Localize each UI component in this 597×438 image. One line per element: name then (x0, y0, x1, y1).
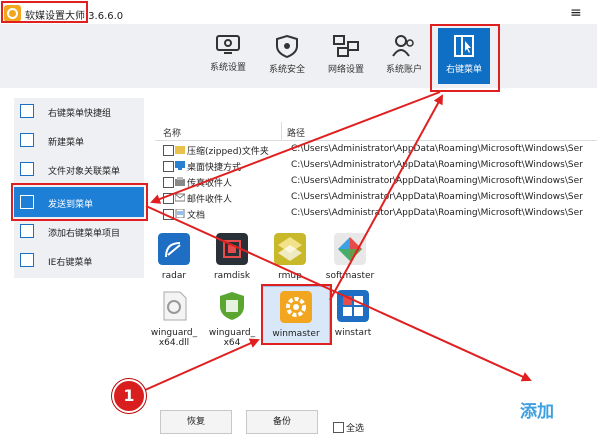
row-checkbox[interactable] (163, 161, 174, 172)
list-item[interactable]: 桌面快捷方式 C:\Users\Administrator\AppData\Ro… (155, 158, 597, 174)
list-item[interactable]: 压缩(zipped)文件夹 C:\Users\Administrator\App… (155, 142, 597, 158)
add-icon (20, 224, 34, 238)
system-settings-icon (216, 35, 240, 54)
column-header-path[interactable]: 路径 (287, 126, 305, 139)
annotation-box-send-to (11, 183, 148, 221)
tab-system-accounts[interactable]: 系统账户 (378, 28, 430, 84)
select-all-checkbox[interactable] (333, 422, 344, 433)
tab-system-settings-label: 系统设置 (209, 63, 246, 73)
softmaster-icon (334, 233, 366, 265)
desktop-icon (175, 161, 185, 170)
users-icon (392, 35, 414, 57)
tab-network-settings[interactable]: 网络设置 (320, 28, 372, 84)
select-all-label: 全选 (346, 424, 365, 434)
list-item[interactable]: 传真收件人 C:\Users\Administrator\AppData\Roa… (155, 174, 597, 190)
tile-label: winguard_ x64.dll (150, 328, 198, 348)
annotation-box-right-menu-tab (430, 24, 500, 92)
tile-ramdisk[interactable]: ramdisk (201, 233, 263, 281)
row-checkbox[interactable] (163, 209, 174, 220)
list-item[interactable]: 邮件收件人 C:\Users\Administrator\AppData\Roa… (155, 190, 597, 206)
winguard-icon (220, 292, 244, 320)
menu-icon[interactable]: ≡ (570, 5, 582, 21)
sidebar-item-label: 添加右键菜单项目 (48, 229, 121, 239)
sidebar-item-label: 文件对象关联菜单 (48, 167, 121, 177)
row-path: C:\Users\Administrator\AppData\Roaming\M… (291, 176, 583, 186)
row-name: 邮件收件人 (187, 195, 233, 205)
tile-label: rmup (278, 271, 302, 281)
new-menu-icon (20, 133, 34, 147)
sidebar-item-add-context-item[interactable]: 添加右键菜单项目 (14, 218, 144, 244)
backup-button[interactable]: 备份 (246, 410, 318, 434)
tile-label: winguard_ x64 (208, 328, 256, 348)
ie-icon (20, 253, 34, 267)
row-name: 压缩(zipped)文件夹 (187, 147, 269, 157)
column-divider[interactable] (281, 122, 282, 140)
annotation-box-title (1, 1, 88, 23)
tab-system-accounts-label: 系统账户 (385, 65, 422, 75)
tile-label: radar (161, 271, 187, 281)
tab-network-settings-label: 网络设置 (327, 65, 364, 75)
shield-icon (276, 34, 298, 58)
tile-winguard-dll[interactable]: winguard_ x64.dll (143, 290, 205, 348)
list-header: 名称 路径 (155, 122, 597, 141)
tile-label: ramdisk (213, 271, 251, 281)
tile-radar[interactable]: radar (143, 233, 205, 281)
sidebar-item-label: 新建菜单 (48, 138, 85, 148)
row-name: 传真收件人 (187, 179, 233, 189)
fax-icon (175, 177, 185, 186)
add-button[interactable]: 添加 (520, 397, 554, 422)
menu-group-icon (20, 104, 34, 118)
sidebar-item-file-association[interactable]: 文件对象关联菜单 (14, 156, 144, 182)
row-name: 文档 (187, 211, 206, 221)
tab-system-settings[interactable]: 系统设置 (202, 28, 254, 84)
winstart-icon (337, 290, 369, 322)
rmup-icon (274, 233, 306, 265)
ramdisk-icon (216, 233, 248, 265)
row-name: 桌面快捷方式 (187, 163, 242, 173)
row-checkbox[interactable] (163, 177, 174, 188)
annotation-box-winmaster (261, 284, 332, 345)
row-checkbox[interactable] (163, 145, 174, 156)
step-number-badge: 1 (112, 379, 146, 413)
column-header-name[interactable]: 名称 (163, 126, 181, 139)
row-path: C:\Users\Administrator\AppData\Roaming\M… (291, 144, 583, 154)
mail-icon (175, 193, 185, 202)
document-icon (175, 209, 185, 218)
tile-softmaster[interactable]: softmaster (319, 233, 381, 281)
list-item[interactable]: 文档 C:\Users\Administrator\AppData\Roamin… (155, 206, 597, 222)
radar-icon (158, 233, 190, 265)
tile-rmup[interactable]: rmup (259, 233, 321, 281)
restore-button[interactable]: 恢复 (160, 410, 232, 434)
file-association-icon (20, 162, 34, 176)
sidebar-item-ie-menu[interactable]: IE右键菜单 (14, 247, 144, 273)
tile-winguard[interactable]: winguard_ x64 (201, 290, 263, 348)
tab-system-security[interactable]: 系统安全 (261, 28, 313, 84)
send-to-list: 名称 路径 压缩(zipped)文件夹 C:\Users\Administrat… (155, 122, 597, 224)
row-path: C:\Users\Administrator\AppData\Roaming\M… (291, 208, 583, 218)
sidebar-item-label: 右键菜单快捷组 (48, 109, 112, 119)
network-icon (333, 35, 359, 57)
row-path: C:\Users\Administrator\AppData\Roaming\M… (291, 160, 583, 170)
row-path: C:\Users\Administrator\AppData\Roaming\M… (291, 192, 583, 202)
sidebar-item-new-menu[interactable]: 新建菜单 (14, 127, 144, 153)
tab-system-security-label: 系统安全 (268, 65, 305, 75)
sidebar-item-label: IE右键菜单 (48, 258, 93, 268)
row-checkbox[interactable] (163, 193, 174, 204)
dll-file-icon (163, 291, 187, 321)
sidebar-item-shortcut-group[interactable]: 右键菜单快捷组 (14, 98, 144, 124)
zip-folder-icon (175, 146, 185, 154)
tile-label: softmaster (325, 271, 375, 281)
